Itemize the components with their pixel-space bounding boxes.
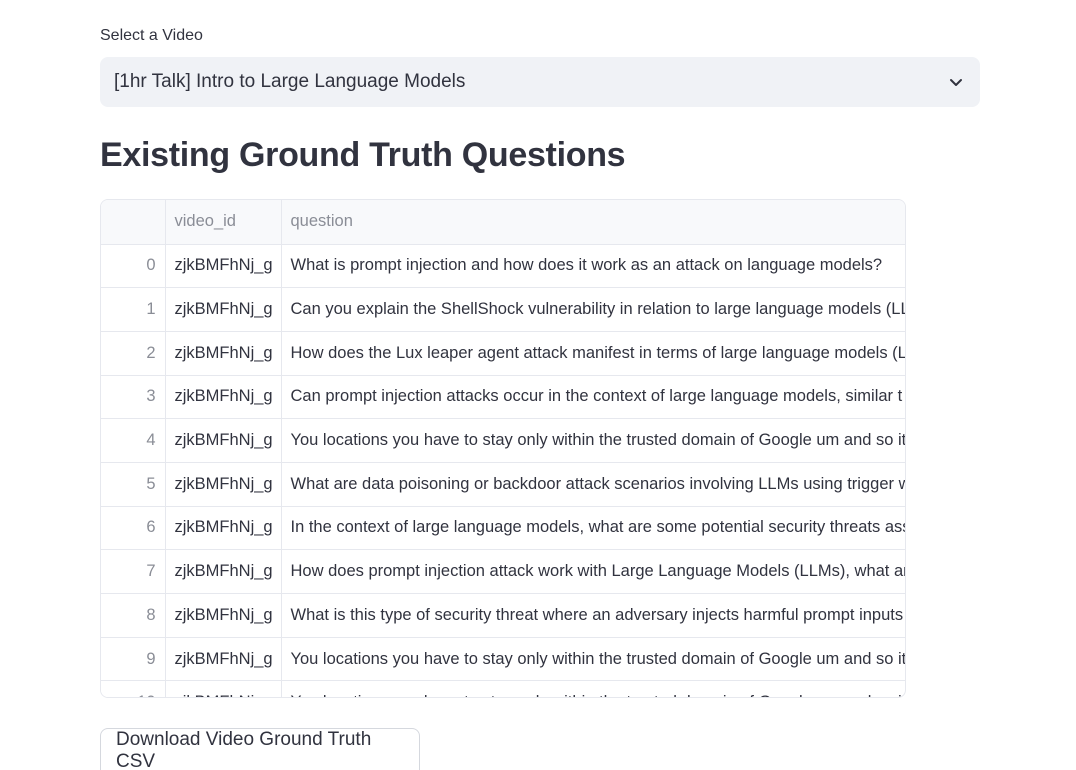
column-header-question[interactable]: question bbox=[281, 200, 905, 245]
row-index-cell[interactable]: 2 bbox=[101, 331, 166, 376]
row-index-cell[interactable]: 6 bbox=[101, 506, 166, 551]
table-header-row: video_id question bbox=[101, 200, 905, 245]
question-cell[interactable]: How does the Lux leaper agent attack man… bbox=[281, 331, 905, 376]
question-cell[interactable]: Can you explain the ShellShock vulnerabi… bbox=[281, 287, 905, 332]
video-id-cell[interactable]: zjkBMFhNj_g bbox=[165, 244, 282, 289]
video-id-cell[interactable]: zjkBMFhNj_g bbox=[165, 418, 282, 463]
row-index-cell[interactable]: 1 bbox=[101, 287, 166, 332]
row-index-cell[interactable]: 3 bbox=[101, 375, 166, 420]
row-index-cell[interactable]: 8 bbox=[101, 593, 166, 638]
video-id-cell[interactable]: zjkBMFhNj_g bbox=[165, 287, 282, 332]
row-index-cell[interactable]: 0 bbox=[101, 244, 166, 289]
data-table: video_id question 0 zjkBMFhNj_g What is pr… bbox=[101, 200, 905, 697]
table-row[interactable]: 0 zjkBMFhNj_g What is prompt injection and… bbox=[101, 244, 905, 289]
table-row[interactable]: 7 zjkBMFhNj_g How does prompt injection at… bbox=[101, 549, 905, 594]
table-row[interactable]: 9 zjkBMFhNj_g You locations you have to st… bbox=[101, 637, 905, 682]
chevron-down-icon[interactable] bbox=[946, 72, 966, 92]
table-row[interactable]: 1 zjkBMFhNj_g Can you explain the ShellSho… bbox=[101, 287, 905, 332]
column-header-index[interactable] bbox=[101, 200, 166, 245]
row-index-cell[interactable]: 9 bbox=[101, 637, 166, 682]
video-id-cell[interactable]: zjkBMFhNj_g bbox=[165, 637, 282, 682]
question-cell[interactable]: What are data poisoning or backdoor atta… bbox=[281, 462, 905, 507]
row-index-cell[interactable]: 10 bbox=[101, 680, 166, 697]
download-csv-button[interactable]: Download Video Ground Truth CSV bbox=[100, 728, 420, 770]
video-id-cell[interactable]: zjkBMFhNj_g bbox=[165, 331, 282, 376]
video-id-cell[interactable]: zjkBMFhNj_g bbox=[165, 680, 282, 697]
video-id-cell[interactable]: zjkBMFhNj_g bbox=[165, 593, 282, 638]
question-cell[interactable]: How does prompt injection attack work wi… bbox=[281, 549, 905, 594]
column-header-video-id[interactable]: video_id bbox=[165, 200, 282, 245]
question-cell[interactable]: You locations you have to stay only with… bbox=[281, 680, 905, 697]
page-title: Existing Ground Truth Questions bbox=[100, 136, 626, 174]
select-video-label: Select a Video bbox=[100, 27, 203, 44]
table-row[interactable]: 6 zjkBMFhNj_g In the context of large lang… bbox=[101, 506, 905, 551]
video-id-cell[interactable]: zjkBMFhNj_g bbox=[165, 462, 282, 507]
question-cell[interactable]: You locations you have to stay only with… bbox=[281, 418, 905, 463]
row-index-cell[interactable]: 7 bbox=[101, 549, 166, 594]
table-row[interactable]: 5 zjkBMFhNj_g What are data poisoning or b… bbox=[101, 462, 905, 507]
table-row[interactable]: 4 zjkBMFhNj_g You locations you have to st… bbox=[101, 418, 905, 463]
table-body: 0 zjkBMFhNj_g What is prompt injection and… bbox=[101, 244, 905, 697]
row-index-cell[interactable]: 5 bbox=[101, 462, 166, 507]
question-cell[interactable]: What is this type of security threat whe… bbox=[281, 593, 905, 638]
question-cell[interactable]: What is prompt injection and how does it… bbox=[281, 244, 905, 289]
question-cell[interactable]: In the context of large language models,… bbox=[281, 506, 905, 551]
table-row[interactable]: 8 zjkBMFhNj_g What is this type of securit… bbox=[101, 593, 905, 638]
video-id-cell[interactable]: zjkBMFhNj_g bbox=[165, 506, 282, 551]
question-cell[interactable]: Can prompt injection attacks occur in th… bbox=[281, 375, 905, 420]
table-row[interactable]: 10zjkBMFhNj_gYou locations you have to s… bbox=[101, 680, 905, 697]
question-cell[interactable]: You locations you have to stay only with… bbox=[281, 637, 905, 682]
video-select-value: [1hr Talk] Intro to Large Language Model… bbox=[114, 71, 466, 92]
table-row[interactable]: 2 zjkBMFhNj_g How does the Lux leaper agen… bbox=[101, 331, 905, 376]
table-row[interactable]: 3 zjkBMFhNj_g Can prompt injection attacks… bbox=[101, 375, 905, 420]
video-id-cell[interactable]: zjkBMFhNj_g bbox=[165, 549, 282, 594]
video-select[interactable]: [1hr Talk] Intro to Large Language Model… bbox=[100, 57, 980, 107]
video-id-cell[interactable]: zjkBMFhNj_g bbox=[165, 375, 282, 420]
row-index-cell[interactable]: 4 bbox=[101, 418, 166, 463]
page: Select a Video [1hr Talk] Intro to Large… bbox=[0, 0, 1076, 770]
ground-truth-table[interactable]: video_id question 0 zjkBMFhNj_g What is pr… bbox=[100, 199, 906, 698]
